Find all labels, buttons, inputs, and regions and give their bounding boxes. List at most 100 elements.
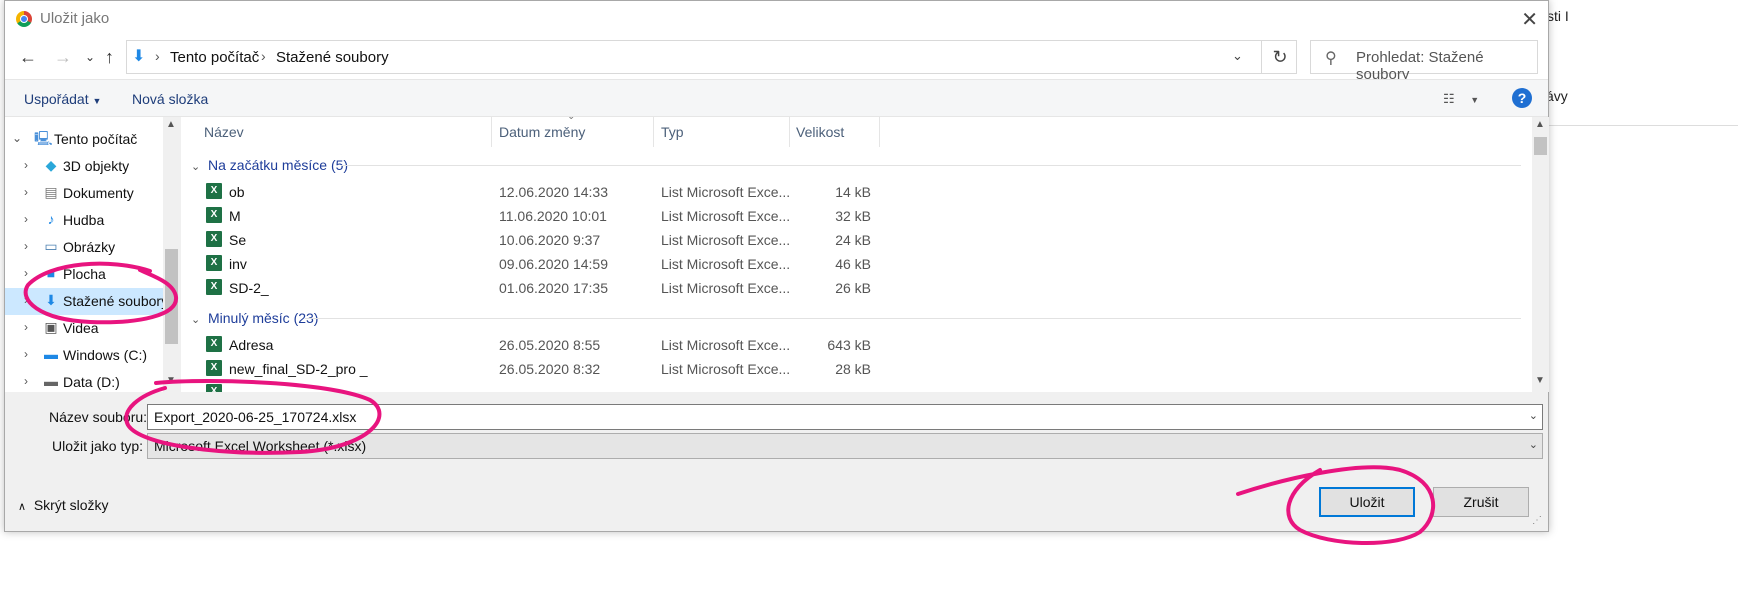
background-window-strip: sti I ávy <box>1546 0 1738 104</box>
chevron-down-icon[interactable]: ⌄ <box>1529 438 1538 451</box>
chevron-right-icon[interactable]: › <box>24 347 28 361</box>
group-header-last-month[interactable]: ⌄ Minulý měsíc (23) <box>191 310 318 326</box>
tree-item-this-pc[interactable]: ⌄ 🖳 Tento počítač <box>5 126 165 153</box>
column-header-date[interactable]: Datum změny ⌄ <box>493 117 654 147</box>
cancel-button[interactable]: Zrušit <box>1433 487 1529 517</box>
excel-file-icon: X <box>206 360 222 376</box>
file-row[interactable]: X Se 10.06.2020 9:37 List Microsoft Exce… <box>181 228 881 252</box>
chevron-down-icon[interactable]: ⌄ <box>12 131 22 145</box>
scroll-down-icon[interactable]: ▼ <box>166 375 176 386</box>
search-box[interactable]: ⚲ Prohledat: Stažené soubory <box>1310 40 1538 83</box>
tree-item-3d-objects[interactable]: › ◆ 3D objekty <box>5 153 165 180</box>
scroll-up-icon[interactable]: ▲ <box>1535 119 1545 130</box>
scroll-down-icon[interactable]: ▼ <box>1535 375 1545 386</box>
chevron-right-icon[interactable]: › <box>24 239 28 253</box>
chevron-down-icon: ⌄ <box>191 314 201 326</box>
scroll-up-icon[interactable]: ▲ <box>166 119 176 130</box>
group-divider <box>341 165 1521 166</box>
file-row-partial[interactable]: X <box>181 381 881 392</box>
file-list-scrollbar[interactable]: ▲ ▼ <box>1532 117 1549 392</box>
file-row[interactable]: X inv 09.06.2020 14:59 List Microsoft Ex… <box>181 252 881 276</box>
3d-objects-icon: ◆ <box>45 157 57 173</box>
filename-label: Název souboru: <box>49 409 148 425</box>
tree-item-windows-c[interactable]: › ▬ Windows (C:) <box>5 342 165 369</box>
navigation-row: ← → ⌄ ↑ ⬇ › Tento počítač › Stažené soub… <box>5 37 1548 83</box>
excel-file-icon: X <box>206 384 222 392</box>
tree-item-label: Videa <box>63 320 99 336</box>
chevron-right-icon[interactable]: › <box>24 266 28 280</box>
excel-file-icon: X <box>206 336 222 352</box>
videos-icon: ▣ <box>44 319 58 335</box>
chevron-right-icon[interactable]: › <box>24 185 28 199</box>
forward-arrow-icon[interactable]: → <box>54 47 72 68</box>
downloads-location-icon: ⬇ <box>132 48 146 65</box>
tree-item-videos[interactable]: › ▣ Videa <box>5 315 165 342</box>
file-row[interactable]: X new_final_SD-2_pro _ 26.05.2020 8:32 L… <box>181 357 881 381</box>
column-header-name[interactable]: Název <box>181 117 497 147</box>
chevron-down-icon[interactable]: ⌄ <box>1529 409 1538 422</box>
tree-item-downloads[interactable]: › ⬇ Stažené soubory <box>5 288 169 315</box>
file-row[interactable]: X M 11.06.2020 10:01 List Microsoft Exce… <box>181 204 881 228</box>
column-header-label: Datum změny <box>499 124 586 140</box>
organize-menu[interactable]: Uspořádat ▼ <box>24 91 101 107</box>
refresh-icon[interactable]: ↻ <box>1261 40 1298 74</box>
command-toolbar: Uspořádat ▼ Nová složka ☷ ▼ ? <box>5 79 1548 117</box>
tree-item-label: Tento počítač <box>54 131 138 147</box>
tree-item-documents[interactable]: › ▤ Dokumenty <box>5 180 165 207</box>
back-arrow-icon[interactable]: ← <box>19 47 37 68</box>
chevron-right-icon[interactable]: › <box>24 212 28 226</box>
address-dropdown-icon[interactable]: ⌄ <box>1232 48 1243 64</box>
tree-item-label: Data (D:) <box>63 374 120 390</box>
sort-chevron-icon: ⌄ <box>567 117 575 122</box>
scrollbar-thumb[interactable] <box>165 249 178 344</box>
breadcrumb-chevron-icon[interactable]: › <box>155 48 160 64</box>
tree-item-label: Stažené soubory <box>63 293 169 309</box>
column-divider[interactable] <box>653 117 654 147</box>
chevron-right-icon[interactable]: › <box>24 320 28 334</box>
chevron-right-icon[interactable]: › <box>24 158 28 172</box>
group-header-this-month[interactable]: ⌄ Na začátku měsíce (5) <box>191 157 348 173</box>
address-bar[interactable]: ⬇ › Tento počítač › Stažené soubory ⌄ ↻ <box>126 40 1297 74</box>
tree-item-desktop[interactable]: › ■ Plocha <box>5 261 165 288</box>
file-size: 14 kB <box>835 184 871 200</box>
view-options-icon[interactable]: ☷ ▼ <box>1443 91 1479 107</box>
breadcrumb-this-pc[interactable]: Tento počítač <box>170 49 259 66</box>
recent-locations-chevron-icon[interactable]: ⌄ <box>85 50 95 64</box>
filetype-value: Microsoft Excel Worksheet (*.xlsx) <box>154 438 367 454</box>
filename-input[interactable]: Export_2020-06-25_170724.xlsx ⌄ <box>147 404 1543 430</box>
resize-grip-icon[interactable]: ⋰ <box>1532 515 1542 526</box>
scrollbar-thumb[interactable] <box>1534 137 1547 155</box>
filetype-select[interactable]: Microsoft Excel Worksheet (*.xlsx) ⌄ <box>147 433 1543 459</box>
new-folder-button[interactable]: Nová složka <box>132 91 208 107</box>
tree-scrollbar[interactable]: ▲ ▼ <box>163 117 180 392</box>
tree-item-data-d[interactable]: › ▬ Data (D:) <box>5 369 165 392</box>
tree-item-music[interactable]: › ♪ Hudba <box>5 207 165 234</box>
file-row[interactable]: X SD-2_ 01.06.2020 17:35 List Microsoft … <box>181 276 881 300</box>
column-header-type[interactable]: Typ <box>655 117 790 147</box>
file-date: 12.06.2020 14:33 <box>499 184 608 200</box>
save-button[interactable]: Uložit <box>1319 487 1415 517</box>
chevron-right-icon[interactable]: › <box>24 293 28 307</box>
tree-item-pictures[interactable]: › ▭ Obrázky <box>5 234 165 261</box>
column-header-size[interactable]: Velikost <box>789 117 880 147</box>
filename-value: Export_2020-06-25_170724.xlsx <box>154 409 357 425</box>
close-icon[interactable]: ✕ <box>1521 7 1538 32</box>
breadcrumb-chevron-icon[interactable]: › <box>261 48 266 64</box>
dialog-title: Uložit jako <box>40 10 110 27</box>
file-row[interactable]: X Adresa 26.05.2020 8:55 List Microsoft … <box>181 333 881 357</box>
tree-item-label: 3D objekty <box>63 158 130 174</box>
column-divider[interactable] <box>879 117 880 147</box>
help-icon[interactable]: ? <box>1512 88 1532 108</box>
hide-folders-button[interactable]: ∧ Skrýt složky <box>18 497 109 513</box>
excel-file-icon: X <box>206 183 222 199</box>
column-divider[interactable] <box>491 117 492 147</box>
file-name: ob <box>229 184 245 200</box>
documents-icon: ▤ <box>44 184 58 200</box>
breadcrumb-downloads[interactable]: Stažené soubory <box>276 49 389 66</box>
drive-icon: ▬ <box>44 346 58 362</box>
tree-item-label: Windows (C:) <box>63 347 148 363</box>
file-row[interactable]: X ob 12.06.2020 14:33 List Microsoft Exc… <box>181 180 881 204</box>
file-size: 26 kB <box>835 280 871 296</box>
up-arrow-icon[interactable]: ↑ <box>105 47 114 68</box>
chevron-right-icon[interactable]: › <box>24 374 28 388</box>
